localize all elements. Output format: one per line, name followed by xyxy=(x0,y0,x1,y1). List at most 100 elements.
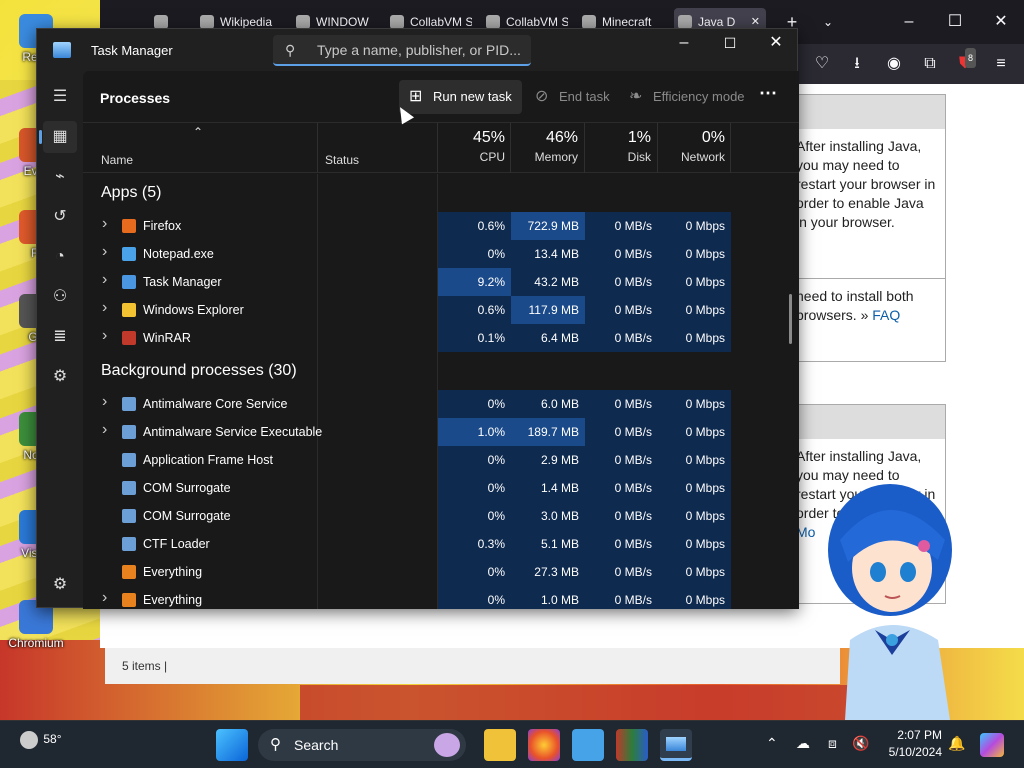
process-row[interactable]: Everything 0% 27.3 MB 0 MB/s 0 Mbps xyxy=(83,558,799,586)
memory-column-header[interactable]: 46% Memory xyxy=(513,129,578,164)
copilot-icon[interactable] xyxy=(980,733,1004,757)
background-section-header: Background processes (30) xyxy=(101,362,297,379)
ublock-icon[interactable]: ⛊ 8 xyxy=(955,48,977,74)
cpu-cell: 0% xyxy=(438,586,511,609)
search-input[interactable] xyxy=(317,40,522,60)
expand-chevron-icon[interactable]: › xyxy=(102,589,107,607)
services-nav-icon[interactable]: ⚙ xyxy=(43,361,77,393)
processes-nav-icon[interactable]: ▦ xyxy=(39,121,77,153)
search-icon: ⚲ xyxy=(270,736,281,753)
status-column-header[interactable]: Status xyxy=(325,153,359,167)
volume-icon[interactable]: 🔇 xyxy=(852,735,869,752)
memory-cell: 27.3 MB xyxy=(511,558,585,586)
network-cell: 0 Mbps xyxy=(658,474,731,502)
network-icon[interactable]: ⧈ xyxy=(828,735,837,752)
browser-maximize-button[interactable]: ☐ xyxy=(932,0,978,44)
search-highlight-icon xyxy=(434,733,460,757)
process-row[interactable]: › Firefox 0.6% 722.9 MB 0 MB/s 0 Mbps xyxy=(83,212,799,240)
disk-cell: 0 MB/s xyxy=(585,474,658,502)
column-divider xyxy=(730,123,731,173)
java-box-text: After installing Java, you may need to r… xyxy=(796,129,945,279)
performance-nav-icon[interactable]: ⌁ xyxy=(43,161,77,193)
disk-cell: 0 MB/s xyxy=(585,586,658,609)
file-explorer-taskbar-icon[interactable] xyxy=(484,729,516,761)
process-row[interactable]: › Everything 0% 1.0 MB 0 MB/s 0 Mbps xyxy=(83,586,799,609)
hamburger-menu-icon[interactable]: ☰ xyxy=(43,81,77,113)
process-row[interactable]: Application Frame Host 0% 2.9 MB 0 MB/s 0 Mb… xyxy=(83,446,799,474)
extensions-icon[interactable]: ⧉ xyxy=(920,54,940,74)
minimize-button[interactable]: – xyxy=(661,29,707,63)
run-new-task-button[interactable]: ⊞ Run new task xyxy=(399,80,522,114)
process-row[interactable]: CTF Loader 0.3% 5.1 MB 0 MB/s 0 Mbps xyxy=(83,530,799,558)
processes-page: Processes ⊞ Run new task ⊘ End task ❧ Ef… xyxy=(83,71,799,609)
windows-taskbar: 58° ⚲ Search ⌃ ☁ ⧈ 🔇 2:07 PM 5/10/2024 🔔 xyxy=(0,720,1024,768)
expand-chevron-icon[interactable]: › xyxy=(102,299,107,317)
expand-chevron-icon[interactable]: › xyxy=(102,271,107,289)
search-icon: ⚲ xyxy=(285,42,296,58)
process-row[interactable]: › Notepad.exe 0% 13.4 MB 0 MB/s 0 Mbps xyxy=(83,240,799,268)
process-row[interactable]: › Task Manager 9.2% 43.2 MB 0 MB/s 0 Mbps xyxy=(83,268,799,296)
efficiency-mode-button[interactable]: ❧ Efficiency mode xyxy=(619,80,755,114)
network-column-header[interactable]: 0% Network xyxy=(661,129,725,164)
process-icon xyxy=(122,425,136,439)
process-row[interactable]: COM Surrogate 0% 1.4 MB 0 MB/s 0 Mbps xyxy=(83,474,799,502)
expand-chevron-icon[interactable]: › xyxy=(102,327,107,345)
name-column-header[interactable]: Name xyxy=(101,153,133,167)
startup-apps-nav-icon[interactable]: ◔ xyxy=(43,241,77,273)
maximize-button[interactable]: ☐ xyxy=(707,29,753,63)
notepad-taskbar-icon[interactable] xyxy=(572,729,604,761)
network-total: 0% xyxy=(701,129,725,146)
download-icon[interactable]: ⭳ xyxy=(847,54,867,74)
firefox-taskbar-icon[interactable] xyxy=(528,729,560,761)
browser-close-button[interactable]: ✕ xyxy=(978,0,1024,44)
process-row[interactable]: › Antimalware Core Service 0% 6.0 MB 0 MB/s 0… xyxy=(83,390,799,418)
task-manager-taskbar-icon[interactable] xyxy=(660,729,692,761)
close-button[interactable]: ✕ xyxy=(753,29,799,63)
process-row[interactable]: › Antimalware Service Executable 1.0% 189.7… xyxy=(83,418,799,446)
users-nav-icon[interactable]: ⚇ xyxy=(43,281,77,313)
app-history-nav-icon[interactable]: ↺ xyxy=(43,201,77,233)
cpu-column-header[interactable]: 45% CPU xyxy=(443,129,505,164)
cloud-icon[interactable]: ☁ xyxy=(796,735,810,752)
notification-bell-icon[interactable]: 🔔 xyxy=(948,735,965,752)
tab-favicon-icon xyxy=(486,15,500,29)
cpu-total: 45% xyxy=(472,129,505,146)
expand-chevron-icon[interactable]: › xyxy=(102,393,107,411)
memory-total: 46% xyxy=(545,129,578,146)
memory-cell: 1.4 MB xyxy=(511,474,585,502)
system-clock[interactable]: 2:07 PM 5/10/2024 xyxy=(880,727,942,761)
weather-widget[interactable]: 58° xyxy=(20,731,62,749)
disk-column-header[interactable]: 1% Disk xyxy=(588,129,651,164)
process-row[interactable]: › Windows Explorer 0.6% 117.9 MB 0 MB/s 0 Mbp… xyxy=(83,296,799,324)
details-nav-icon[interactable]: ≣ xyxy=(43,321,77,353)
tab-list-chevron-icon[interactable]: ⌄ xyxy=(818,8,838,36)
taskbar-search-box[interactable]: ⚲ Search xyxy=(258,729,466,761)
network-cell: 0 Mbps xyxy=(658,558,731,586)
account-icon[interactable]: ◉ xyxy=(884,54,904,74)
process-search-box[interactable]: ⚲ xyxy=(273,35,531,66)
end-task-label: End task xyxy=(559,89,610,104)
wallpaper-stripe-dark xyxy=(300,685,860,720)
start-button-windows-icon[interactable] xyxy=(216,729,248,761)
faq-link[interactable]: FAQ xyxy=(872,307,900,323)
page-title: Processes xyxy=(100,90,171,106)
clock-time: 2:07 PM xyxy=(897,728,942,742)
expand-chevron-icon[interactable]: › xyxy=(102,215,107,233)
scrollbar-thumb[interactable] xyxy=(789,294,792,344)
settings-gear-icon[interactable]: ⚙ xyxy=(43,569,77,601)
process-row[interactable]: COM Surrogate 0% 3.0 MB 0 MB/s 0 Mbps xyxy=(83,502,799,530)
run-task-icon: ⊞ xyxy=(409,88,423,105)
end-task-button[interactable]: ⊘ End task xyxy=(525,80,620,114)
pocket-icon[interactable]: ♡ xyxy=(812,54,832,74)
disk-cell: 0 MB/s xyxy=(585,240,658,268)
disk-cell: 0 MB/s xyxy=(585,268,658,296)
browser-minimize-button[interactable]: – xyxy=(886,0,932,44)
show-hidden-icons-chevron-icon[interactable]: ⌃ xyxy=(766,735,778,752)
menu-icon[interactable]: ≡ xyxy=(991,54,1011,74)
winrar-taskbar-icon[interactable] xyxy=(616,729,648,761)
expand-chevron-icon[interactable]: › xyxy=(102,243,107,261)
process-row[interactable]: › WinRAR 0.1% 6.4 MB 0 MB/s 0 Mbps xyxy=(83,324,799,352)
more-options-icon[interactable]: ⋯ xyxy=(759,83,777,104)
task-manager-titlebar[interactable]: Task Manager ⚲ – ☐ ✕ xyxy=(37,29,799,71)
expand-chevron-icon[interactable]: › xyxy=(102,421,107,439)
